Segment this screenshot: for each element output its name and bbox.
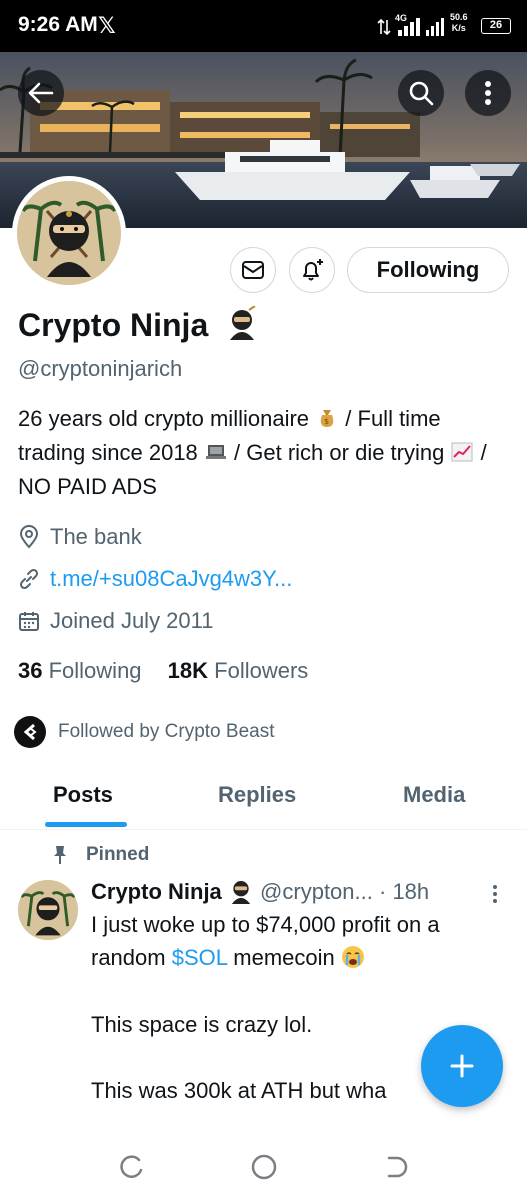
speed-value: 50.6	[450, 12, 468, 22]
location-text: The bank	[50, 524, 142, 549]
message-button[interactable]	[230, 247, 276, 293]
post-text-line-1: I just woke up to $74,000 profit on a ra…	[91, 908, 516, 974]
bio-part-3: / Get rich or die trying	[234, 440, 445, 465]
ninja-emoji-icon	[231, 881, 251, 904]
post-text-line-3: This was 300k at ATH but wha	[91, 1078, 387, 1103]
profile-name: Crypto Ninja	[18, 307, 209, 343]
chart-up-emoji-icon	[451, 442, 473, 462]
pinned-label: Pinned	[86, 844, 150, 865]
search-button[interactable]	[398, 70, 444, 116]
x-logo-icon: 𝕏	[98, 13, 116, 38]
avatar-image	[17, 181, 121, 285]
back-button[interactable]	[18, 70, 64, 116]
ninja-avatar-small-icon	[18, 880, 78, 940]
compose-post-button[interactable]	[421, 1025, 503, 1107]
following-stat[interactable]: 36 Following	[18, 658, 142, 683]
ninja-emoji-icon	[230, 306, 256, 340]
network-speed: 50.6 K/s	[450, 12, 468, 34]
followers-count: 18K	[167, 658, 209, 683]
status-time: 9:26 AM	[18, 13, 98, 36]
home-icon[interactable]	[249, 1152, 279, 1182]
post-author-name[interactable]: Crypto Ninja	[91, 879, 222, 904]
post-author-avatar[interactable]	[18, 880, 78, 940]
notify-button[interactable]	[289, 247, 335, 293]
post-author-handle: @crypton...	[260, 879, 373, 904]
arrow-left-icon	[28, 82, 54, 104]
signal-icon-2	[426, 18, 444, 36]
recent-apps-icon[interactable]	[117, 1152, 147, 1182]
location-pin-icon	[19, 525, 39, 549]
crypto-beast-avatar	[14, 716, 46, 748]
bell-plus-icon	[303, 259, 323, 281]
tab-posts[interactable]: Posts	[53, 782, 113, 808]
post-time: · 18h	[379, 879, 430, 904]
following-button[interactable]: Following	[347, 247, 509, 293]
more-vertical-icon	[485, 81, 491, 105]
tab-replies[interactable]: Replies	[218, 782, 296, 808]
url-row: t.me/+su08CaJvg4w3Y...	[18, 566, 292, 592]
data-arrows-icon	[377, 18, 391, 36]
crypto-beast-logo-icon	[23, 723, 37, 741]
profile-tabs: Posts Replies Media	[0, 768, 527, 830]
post-more-icon[interactable]	[492, 884, 498, 904]
laptop-emoji-icon	[205, 445, 226, 459]
post-header: Crypto Ninja @crypton... · 18h	[91, 878, 429, 905]
back-nav-icon[interactable]	[381, 1152, 411, 1182]
followers-stat-label: Followers	[214, 658, 309, 683]
plus-icon	[450, 1054, 474, 1078]
profile-handle: @cryptoninjarich	[18, 356, 183, 381]
status-bar: 9:26 AM 𝕏 4G 50.6 K/s 26	[0, 0, 527, 52]
profile-name-row: Crypto Ninja	[18, 306, 259, 344]
bio-part-1: 26 years old crypto millionaire	[18, 406, 310, 431]
more-button[interactable]	[465, 70, 511, 116]
signal-icon	[398, 18, 420, 36]
location-row: The bank	[18, 524, 142, 550]
post-text-1-end: memecoin	[233, 945, 335, 970]
joined-text: Joined July 2011	[50, 608, 214, 633]
calendar-icon	[19, 612, 39, 631]
system-navigation-bar	[0, 1130, 527, 1200]
money-bag-emoji-icon: $	[320, 410, 334, 427]
followed-by-row[interactable]: Followed by Crypto Beast	[14, 716, 275, 748]
profile-url-link[interactable]: t.me/+su08CaJvg4w3Y...	[50, 566, 292, 592]
joined-row: Joined July 2011	[18, 608, 214, 634]
pin-icon	[54, 846, 66, 864]
active-tab-indicator	[45, 822, 127, 827]
envelope-icon	[242, 261, 264, 279]
battery-icon: 26	[481, 18, 511, 34]
following-stat-label: Following	[48, 658, 142, 683]
profile-bio: 26 years old crypto millionaire $ / Full…	[18, 402, 513, 504]
speed-unit: K/s	[451, 23, 466, 33]
followed-by-text: Followed by Crypto Beast	[58, 721, 275, 742]
crying-face-emoji-icon	[341, 946, 364, 968]
link-icon	[19, 568, 39, 590]
following-count: 36	[18, 658, 43, 683]
followers-stat[interactable]: 18K Followers	[168, 658, 309, 683]
pinned-label-row: Pinned	[52, 844, 149, 866]
tab-media[interactable]: Media	[403, 782, 465, 808]
ninja-avatar-icon	[17, 181, 121, 285]
search-icon	[409, 81, 434, 106]
profile-avatar[interactable]	[12, 176, 126, 290]
cashtag-link[interactable]: $SOL	[172, 945, 227, 970]
follow-stats: 36 Following 18K Followers	[18, 658, 308, 684]
svg-text:$: $	[324, 417, 329, 426]
